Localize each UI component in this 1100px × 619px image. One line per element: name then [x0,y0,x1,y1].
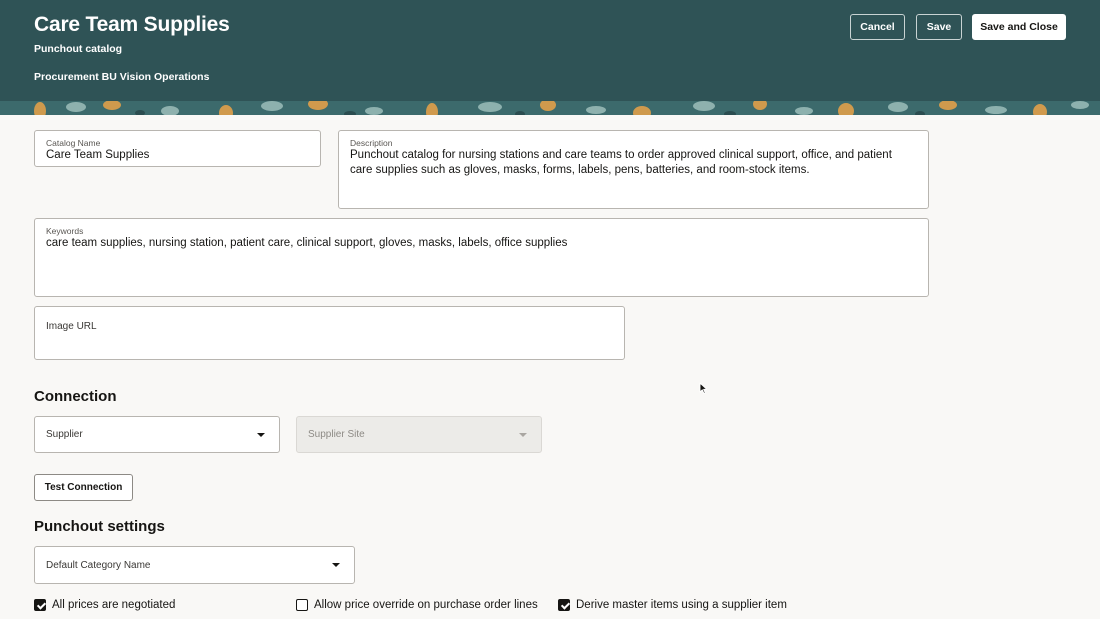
catalog-name-label: Catalog Name [46,138,101,148]
checkbox-checked-icon[interactable] [558,599,570,611]
checkbox-checked-icon[interactable] [34,599,46,611]
all-prices-negotiated-checkbox[interactable]: All prices are negotiated [34,599,175,611]
allow-price-override-checkbox[interactable]: Allow price override on purchase order l… [296,599,538,611]
supplier-select-label: Supplier [46,429,83,440]
header-decorative-pattern [0,101,1100,115]
page-subtitle: Punchout catalog [34,43,123,55]
keywords-label: Keywords [46,226,84,236]
save-and-close-button[interactable]: Save and Close [972,14,1066,40]
supplier-site-select: Supplier Site [296,416,542,453]
description-field[interactable]: Description Punchout catalog for nursing… [338,130,929,209]
supplier-site-select-label: Supplier Site [308,429,365,440]
keywords-value[interactable]: care team supplies, nursing station, pat… [46,236,917,251]
description-label: Description [350,138,393,148]
page-header: Care Team Supplies Punchout catalog Proc… [0,0,1100,115]
mouse-pointer-icon [699,382,708,400]
cancel-button[interactable]: Cancel [850,14,905,40]
chevron-down-icon [519,433,527,437]
business-unit-label: Procurement BU Vision Operations [34,71,210,83]
chevron-down-icon [257,433,265,437]
save-button[interactable]: Save [916,14,962,40]
catalog-name-field[interactable]: Catalog Name Care Team Supplies [34,130,321,167]
default-category-select-label: Default Category Name [46,560,151,571]
derive-master-items-checkbox[interactable]: Derive master items using a supplier ite… [558,599,787,611]
page-title: Care Team Supplies [34,13,230,36]
chevron-down-icon [332,563,340,567]
catalog-name-value[interactable]: Care Team Supplies [46,148,309,163]
image-url-label: Image URL [46,321,97,332]
allow-price-override-label: Allow price override on purchase order l… [314,599,538,611]
keywords-field[interactable]: Keywords care team supplies, nursing sta… [34,218,929,297]
punchout-settings-section-title: Punchout settings [34,518,165,535]
image-url-field[interactable]: Image URL [34,306,625,360]
derive-master-items-label: Derive master items using a supplier ite… [576,599,787,611]
test-connection-button[interactable]: Test Connection [34,474,133,501]
default-category-select[interactable]: Default Category Name [34,546,355,584]
connection-section-title: Connection [34,388,117,405]
checkbox-unchecked-icon[interactable] [296,599,308,611]
description-value[interactable]: Punchout catalog for nursing stations an… [350,148,917,177]
supplier-select[interactable]: Supplier [34,416,280,453]
all-prices-negotiated-label: All prices are negotiated [52,599,176,611]
